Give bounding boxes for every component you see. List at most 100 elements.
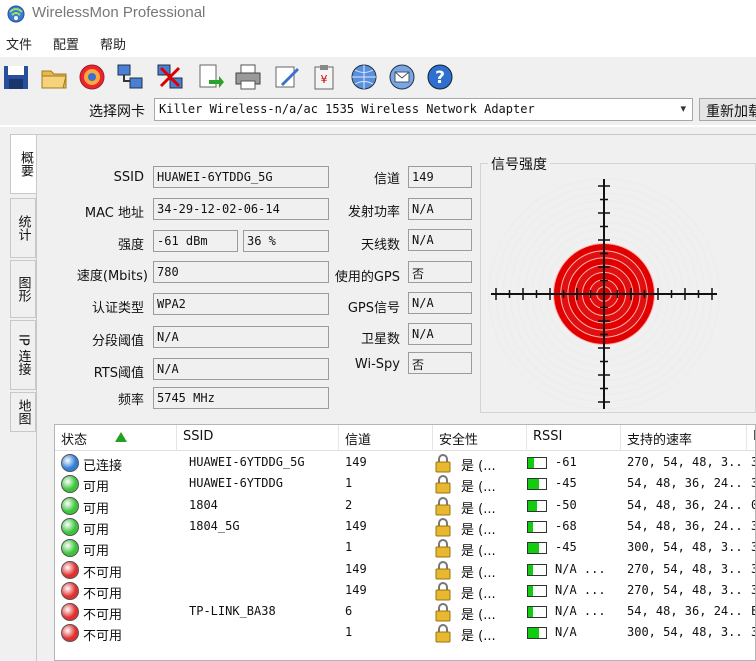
target-button[interactable] [76, 61, 108, 93]
rates-cell: 270, 54, 48, 3... [627, 582, 743, 597]
ssid-cell: TP-LINK_BA38 [189, 604, 276, 619]
ssid-cell: 1804 [189, 497, 218, 512]
m-cell: 0 [751, 496, 755, 517]
globe-icon [351, 64, 377, 90]
list-row[interactable]: 已连接 HUAWEI-6YTDDG_5G 149 是 (... -61 270, 54, … [55, 453, 755, 474]
print-button[interactable] [232, 61, 264, 93]
rssi-bar-fill [528, 543, 539, 554]
vertical-tabs: 概要 统计 图形 IP 连接 地图 [10, 134, 40, 661]
m-cell: 3 [751, 538, 755, 559]
security-cell: 是 (... [461, 459, 496, 474]
security-cell: 是 (... [461, 501, 496, 517]
lock-icon [435, 496, 451, 516]
menu-file[interactable]: 文件 [6, 34, 32, 53]
tab-ip-connection[interactable]: IP 连接 [10, 320, 36, 390]
ssid-field: HUAWEI-6YTDDG_5G [153, 166, 329, 188]
clipboard-button[interactable]: ¥ [308, 61, 340, 93]
refresh-button[interactable]: 重新加载 [699, 98, 756, 121]
gps-used-label: 使用的GPS [334, 270, 400, 285]
rssi-bar-fill [528, 607, 533, 618]
list-row[interactable]: 不可用 1 是 (... N/A 300, 54, 48, 3... 3 [55, 623, 755, 644]
mac-label: MAC 地址 [84, 206, 144, 221]
security-cell: 是 (... [461, 480, 496, 496]
list-row[interactable]: 不可用 TP-LINK_BA38 6 是 (... N/A ... 54, 48, 36,… [55, 602, 755, 623]
globe-button[interactable] [348, 61, 380, 93]
list-row[interactable]: 可用 HUAWEI-6YTDDG 1 是 (... -45 54, 48, 36, 24.… [55, 474, 755, 496]
strength-label: 强度 [117, 238, 144, 253]
rates-cell: 54, 48, 36, 24... [627, 604, 743, 619]
status-dot-icon [61, 581, 79, 600]
tab-map[interactable]: 地图 [10, 392, 36, 432]
col-m[interactable]: M [747, 425, 755, 451]
tab-graph[interactable]: 图形 [10, 260, 36, 318]
lock-icon [435, 581, 451, 601]
speed-label: 速度(Mbits) [76, 269, 148, 284]
rssi-bar-fill [528, 521, 533, 532]
list-row[interactable]: 不可用 149 是 (... N/A ... 270, 54, 48, 3... 3 [55, 581, 755, 602]
tab-statistics[interactable]: 统计 [10, 198, 36, 258]
wispy-field: 否 [408, 352, 472, 374]
network-connect-button[interactable] [114, 61, 146, 93]
export-button[interactable] [194, 61, 226, 93]
status-dot-icon [61, 560, 79, 579]
network-list[interactable]: 状态 SSID 信道 安全性 RSSI 支持的速率 M 已连接 HUAWEI-6Y… [54, 424, 756, 661]
col-security[interactable]: 安全性 [433, 425, 527, 451]
channel-cell: 1 [345, 476, 353, 491]
save-icon [4, 66, 28, 89]
txpower-field: N/A [408, 198, 472, 220]
network-disconnect-button[interactable] [154, 61, 186, 93]
rates-cell: 54, 48, 36, 24... [627, 497, 743, 512]
m-cell: 3 [751, 581, 755, 602]
help-icon: ? [427, 64, 453, 90]
channel-cell: 149 [345, 455, 367, 469]
rssi-bar [527, 606, 547, 619]
rates-cell: 300, 54, 48, 3... [627, 540, 743, 555]
signal-radar [488, 178, 720, 410]
freq-field: 5745 MHz [153, 387, 329, 409]
lock-icon [435, 560, 451, 580]
list-row[interactable]: 不可用 149 是 (... N/A ... 270, 54, 48, 3... 3 [55, 560, 755, 581]
col-channel[interactable]: 信道 [339, 425, 433, 451]
sort-up-icon [115, 432, 127, 442]
email-button[interactable] [386, 61, 418, 93]
auth-field: WPA2 [153, 293, 329, 315]
svg-text:?: ? [435, 68, 445, 88]
clipboard-icon: ¥ [314, 65, 334, 90]
auth-label: 认证类型 [91, 301, 144, 316]
network-icon [117, 64, 143, 89]
help-button[interactable]: ? [424, 61, 456, 93]
antenna-label: 天线数 [360, 238, 400, 253]
lock-icon [435, 624, 451, 643]
menu-help[interactable]: 帮助 [100, 34, 126, 53]
edit-button[interactable] [270, 61, 302, 93]
ssid-cell: 1804_5G [189, 518, 240, 533]
save-button[interactable] [0, 61, 32, 93]
col-status[interactable]: 状态 [55, 425, 177, 451]
adapter-select[interactable]: Killer Wireless-n/a/ac 1535 Wireless Net… [154, 98, 693, 121]
list-row[interactable]: 可用 1 是 (... -45 300, 54, 48, 3... 3 [55, 538, 755, 560]
svg-text:¥: ¥ [321, 73, 328, 86]
rssi-bar-fill [528, 458, 534, 468]
menu-config[interactable]: 配置 [53, 34, 79, 53]
status-text: 可用 [83, 501, 110, 517]
list-row[interactable]: 可用 1804_5G 149 是 (... -68 54, 48, 36, 24... 3 [55, 517, 755, 538]
col-rates[interactable]: 支持的速率 [621, 425, 747, 451]
rssi-cell: -68 [555, 518, 577, 533]
channel-cell: 6 [345, 604, 353, 619]
toolbar: ¥ ? [0, 57, 756, 97]
rts-field: N/A [153, 358, 329, 380]
rssi-cell: -45 [555, 540, 577, 555]
lock-icon [435, 539, 451, 558]
security-cell: 是 (... [461, 544, 496, 560]
freq-label: 频率 [117, 393, 144, 408]
status-text: 可用 [83, 522, 110, 538]
col-rssi[interactable]: RSSI [527, 425, 621, 451]
lock-icon [435, 517, 451, 537]
open-button[interactable] [38, 61, 70, 93]
col-ssid[interactable]: SSID [177, 425, 339, 451]
list-row[interactable]: 可用 1804 2 是 (... -50 54, 48, 36, 24... 0 [55, 496, 755, 517]
rssi-bar-fill [528, 479, 539, 490]
rssi-bar [527, 457, 547, 469]
edit-icon [275, 66, 299, 88]
export-icon [199, 64, 224, 88]
